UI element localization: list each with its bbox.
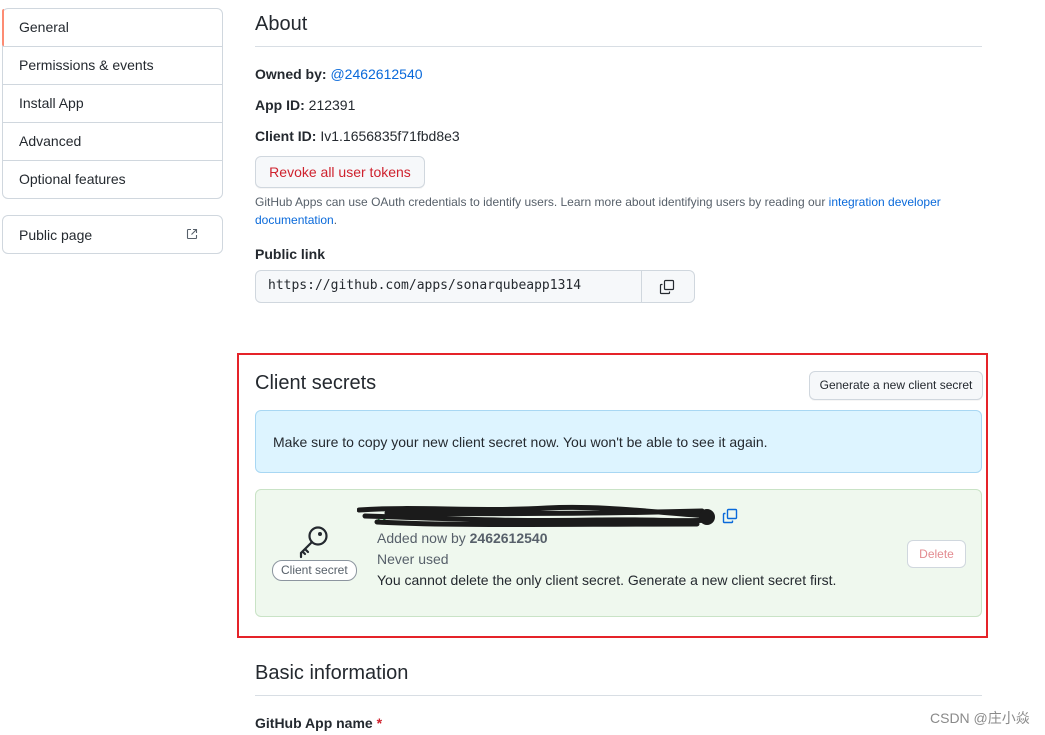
sidebar-item-label: Permissions & events [19, 57, 154, 73]
sidebar-item-optional-features[interactable]: Optional features [3, 160, 222, 198]
last-used-line: Never used [377, 551, 449, 567]
about-heading: About [255, 13, 308, 35]
sidebar-item-label: Optional features [19, 171, 126, 187]
redacted-secret-value [357, 504, 715, 527]
generate-client-secret-button[interactable]: Generate a new client secret [809, 371, 983, 400]
sidebar-item-label: General [19, 19, 69, 35]
app-id-label: App ID: [255, 97, 305, 113]
client-id-label: Client ID: [255, 128, 317, 144]
sidebar-item-install-app[interactable]: Install App [3, 84, 222, 122]
app-name-label-row: GitHub App name * [255, 715, 382, 731]
copy-icon [659, 279, 675, 295]
owned-by-label: Owned by: [255, 66, 327, 82]
sidebar-item-label: Install App [19, 95, 84, 111]
copy-public-link-button[interactable] [641, 271, 694, 302]
sidebar-item-general[interactable]: General [2, 9, 222, 46]
oauth-note-end: . [333, 213, 338, 227]
sidebar-item-label: Advanced [19, 133, 82, 149]
sidebar-item-permissions-events[interactable]: Permissions & events [3, 46, 222, 84]
client-id-row: Client ID: Iv1.1656835f71fbd8e3 [255, 128, 460, 144]
delete-secret-button[interactable]: Delete [907, 540, 966, 568]
settings-sidebar: General Permissions & events Install App… [2, 8, 223, 199]
owner-link[interactable]: @2462612540 [330, 66, 422, 82]
divider [255, 695, 982, 696]
basic-info-heading: Basic information [255, 662, 409, 684]
sidebar-item-advanced[interactable]: Advanced [3, 122, 222, 160]
client-secret-entry: Client secret Added now by 2462612540 Ne… [255, 489, 982, 617]
revoke-tokens-button[interactable]: Revoke all user tokens [255, 156, 425, 188]
client-secrets-heading: Client secrets [255, 372, 377, 394]
public-link-label: Public link [255, 246, 326, 262]
required-mark: * [376, 715, 383, 731]
key-icon [299, 526, 328, 559]
flash-message: Make sure to copy your new client secret… [273, 434, 768, 450]
client-id-value: Iv1.1656835f71fbd8e3 [320, 128, 460, 144]
public-link-field[interactable]: https://github.com/apps/sonarqubeapp1314 [255, 270, 695, 303]
watermark: CSDN @庄小焱 [930, 710, 1030, 726]
added-by-line: Added now by 2462612540 [377, 530, 548, 546]
copy-secret-icon[interactable] [722, 508, 738, 524]
owned-by-row: Owned by: @2462612540 [255, 66, 423, 82]
divider [255, 46, 982, 47]
added-prefix: Added now by [377, 530, 470, 546]
oauth-note-text: GitHub Apps can use OAuth credentials to… [255, 195, 829, 209]
app-name-label: GitHub App name [255, 715, 373, 731]
app-id-value: 212391 [308, 97, 356, 113]
public-link-value[interactable]: https://github.com/apps/sonarqubeapp1314 [268, 278, 581, 293]
client-secret-badge: Client secret [272, 560, 357, 581]
sidebar-item-label: Public page [19, 227, 93, 243]
app-id-row: App ID: 212391 [255, 97, 355, 113]
oauth-note: GitHub Apps can use OAuth credentials to… [255, 193, 955, 229]
delete-warning: You cannot delete the only client secret… [377, 572, 837, 588]
sidebar-public-page[interactable]: Public page [2, 215, 223, 254]
external-link-icon [186, 228, 198, 240]
added-by-user: 2462612540 [469, 530, 548, 546]
copy-secret-flash: Make sure to copy your new client secret… [255, 410, 982, 473]
